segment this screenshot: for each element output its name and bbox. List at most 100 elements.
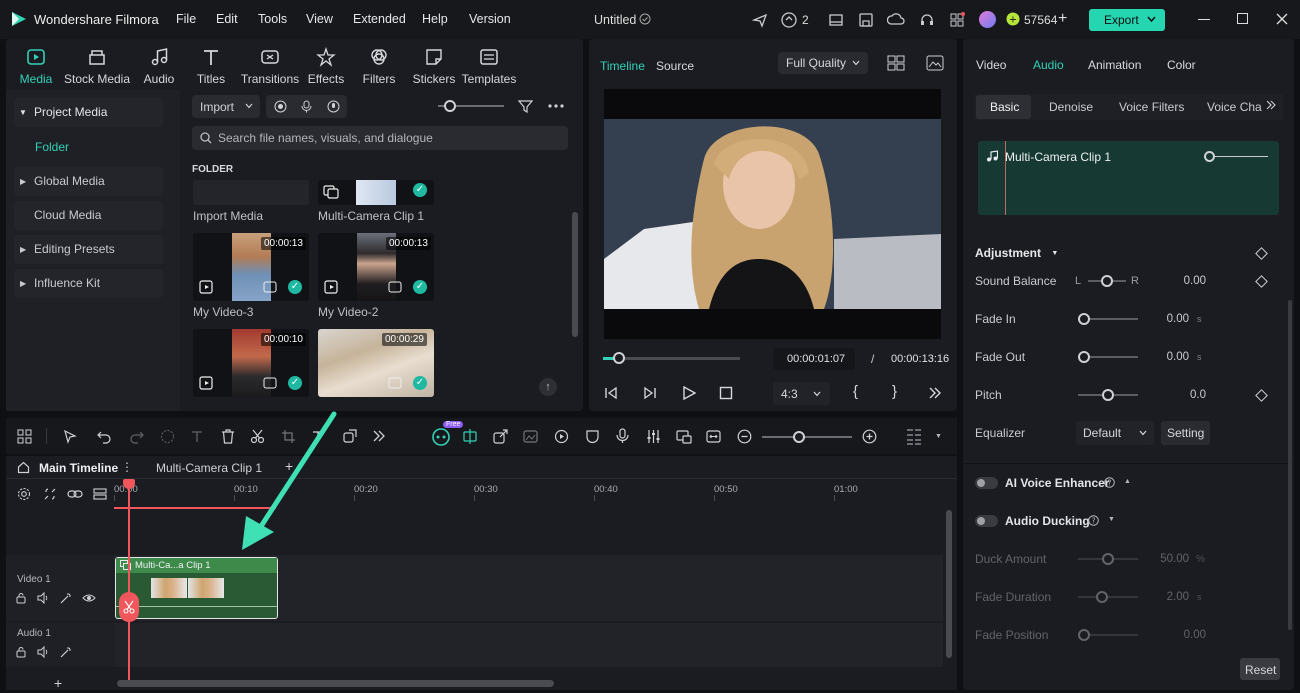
tab-video[interactable]: Video: [976, 58, 1006, 72]
menu-extended[interactable]: Extended: [353, 12, 406, 26]
slider-knob[interactable]: [1102, 553, 1114, 565]
split-marker-button[interactable]: [119, 592, 139, 622]
grid-view-icon[interactable]: [887, 55, 905, 71]
media-scrollbar[interactable]: [572, 212, 578, 337]
clip-volume-knob[interactable]: [1204, 151, 1215, 162]
fade-out-slider[interactable]: [1078, 351, 1138, 363]
snapshot-icon[interactable]: [926, 55, 944, 71]
caret-up-icon[interactable]: ▲: [1124, 478, 1131, 485]
caret-down-icon[interactable]: ▼: [1108, 516, 1115, 523]
sidebar-item-project-media[interactable]: ▼ Project Media: [14, 98, 163, 127]
adjustment-header[interactable]: Adjustment ▼: [975, 246, 1058, 260]
pitch-slider[interactable]: [1078, 389, 1138, 401]
sound-balance-slider[interactable]: [1088, 275, 1126, 287]
unlink-icon[interactable]: [43, 487, 57, 501]
import-media-tile[interactable]: [193, 180, 309, 205]
media-thumbnail-my-video-2[interactable]: 00:00:13 ✓: [318, 233, 434, 301]
media-thumbnail-video[interactable]: 00:00:10 ✓: [193, 329, 309, 397]
export-button[interactable]: Export: [1089, 9, 1165, 31]
microphone-icon[interactable]: [301, 100, 312, 113]
menu-file[interactable]: File: [176, 12, 196, 26]
fade-duration-value[interactable]: 2.00: [1150, 591, 1189, 603]
magic-wand-icon[interactable]: [60, 646, 72, 658]
avatar[interactable]: [979, 11, 996, 28]
lock-icon[interactable]: [15, 592, 27, 604]
timeline-vertical-scrollbar[interactable]: [946, 510, 952, 658]
fit-icon[interactable]: [706, 429, 721, 444]
tab-stock-media[interactable]: Stock Media: [62, 43, 132, 87]
duck-amount-value[interactable]: 50.00: [1150, 553, 1189, 565]
slider-knob[interactable]: [1078, 629, 1090, 641]
fade-in-value[interactable]: 0.00: [1150, 313, 1189, 325]
select-tool-icon[interactable]: [63, 429, 78, 444]
tab-timeline[interactable]: Timeline: [600, 59, 645, 73]
mask-icon[interactable]: [585, 429, 600, 444]
previous-frame-icon[interactable]: [604, 386, 618, 400]
split-icon[interactable]: [462, 429, 478, 444]
tab-audio[interactable]: Audio: [136, 43, 182, 87]
eye-icon[interactable]: [82, 592, 96, 604]
timeline-horizontal-scrollbar[interactable]: [117, 680, 554, 687]
mark-out-button[interactable]: }: [892, 383, 897, 400]
media-search-bar[interactable]: [192, 126, 568, 150]
media-thumbnail-multicam[interactable]: ✓: [318, 180, 434, 205]
apps-grid-icon[interactable]: [949, 12, 965, 28]
redo-icon[interactable]: [129, 429, 144, 444]
maximize-button[interactable]: [1237, 13, 1248, 24]
equalizer-dropdown[interactable]: Default: [1076, 421, 1154, 445]
mark-in-button[interactable]: {: [853, 383, 858, 400]
subtab-denoise[interactable]: Denoise: [1049, 100, 1093, 114]
voiceover-icon[interactable]: [327, 100, 340, 113]
sound-balance-value[interactable]: 0.00: [1160, 275, 1206, 287]
tab-transitions[interactable]: Transitions: [239, 43, 301, 87]
more-controls-icon[interactable]: [928, 387, 942, 399]
scroll-to-top-button[interactable]: ↑: [539, 378, 557, 396]
slider-knob[interactable]: [793, 431, 805, 443]
slider-knob[interactable]: [1078, 351, 1090, 363]
tab-source[interactable]: Source: [656, 59, 694, 73]
close-icon[interactable]: [1276, 13, 1288, 25]
tab-audio-properties[interactable]: Audio: [1033, 58, 1064, 72]
more-tabs-icon[interactable]: [1264, 100, 1278, 110]
property-scrollbar[interactable]: [1288, 300, 1292, 630]
zoom-out-icon[interactable]: [737, 429, 752, 444]
timeline-menu-icon[interactable]: ⋮: [121, 460, 133, 474]
zoom-slider[interactable]: [762, 431, 852, 443]
help-icon[interactable]: ?: [1104, 477, 1115, 488]
menu-version[interactable]: Version: [469, 12, 511, 26]
subtab-voice-changer[interactable]: Voice Cha: [1207, 100, 1262, 114]
import-dropdown[interactable]: Import: [192, 95, 260, 118]
pitch-value[interactable]: 0.0: [1170, 389, 1206, 401]
menu-view[interactable]: View: [306, 12, 333, 26]
record-voiceover-icon[interactable]: [616, 428, 629, 444]
menu-edit[interactable]: Edit: [216, 12, 238, 26]
video-preview-canvas[interactable]: [604, 89, 941, 339]
ai-voice-toggle[interactable]: [975, 477, 998, 489]
track-manager-icon[interactable]: [93, 487, 107, 501]
reset-button[interactable]: Reset: [1240, 658, 1280, 680]
settings-gear-icon[interactable]: [17, 487, 31, 501]
add-credits-button[interactable]: +: [1058, 10, 1067, 28]
magic-wand-icon[interactable]: [60, 592, 72, 604]
media-thumbnail-my-video-3[interactable]: 00:00:13 ✓: [193, 233, 309, 301]
save-icon[interactable]: [858, 12, 874, 28]
cloud-upload-icon[interactable]: [887, 12, 905, 28]
tab-media[interactable]: Media: [14, 43, 58, 87]
layout-icon[interactable]: [828, 12, 844, 28]
fade-out-value[interactable]: 0.00: [1150, 351, 1189, 363]
equalizer-setting-button[interactable]: Setting: [1161, 421, 1210, 445]
next-frame-icon[interactable]: [643, 386, 657, 400]
slider-knob[interactable]: [444, 100, 456, 112]
sidebar-item-cloud-media[interactable]: Cloud Media: [14, 201, 163, 230]
quality-dropdown[interactable]: Full Quality: [778, 52, 868, 74]
play-icon[interactable]: [682, 386, 696, 400]
share-icon[interactable]: [493, 429, 508, 444]
duck-amount-slider[interactable]: [1078, 553, 1138, 565]
text-edit-icon[interactable]: [190, 429, 205, 444]
thumbnail-size-slider[interactable]: [438, 100, 504, 112]
tab-color[interactable]: Color: [1167, 58, 1196, 72]
link-icon[interactable]: [67, 487, 83, 501]
caret-down-icon[interactable]: ▼: [935, 433, 942, 440]
slider-knob[interactable]: [1096, 591, 1108, 603]
slider-knob[interactable]: [1078, 313, 1090, 325]
